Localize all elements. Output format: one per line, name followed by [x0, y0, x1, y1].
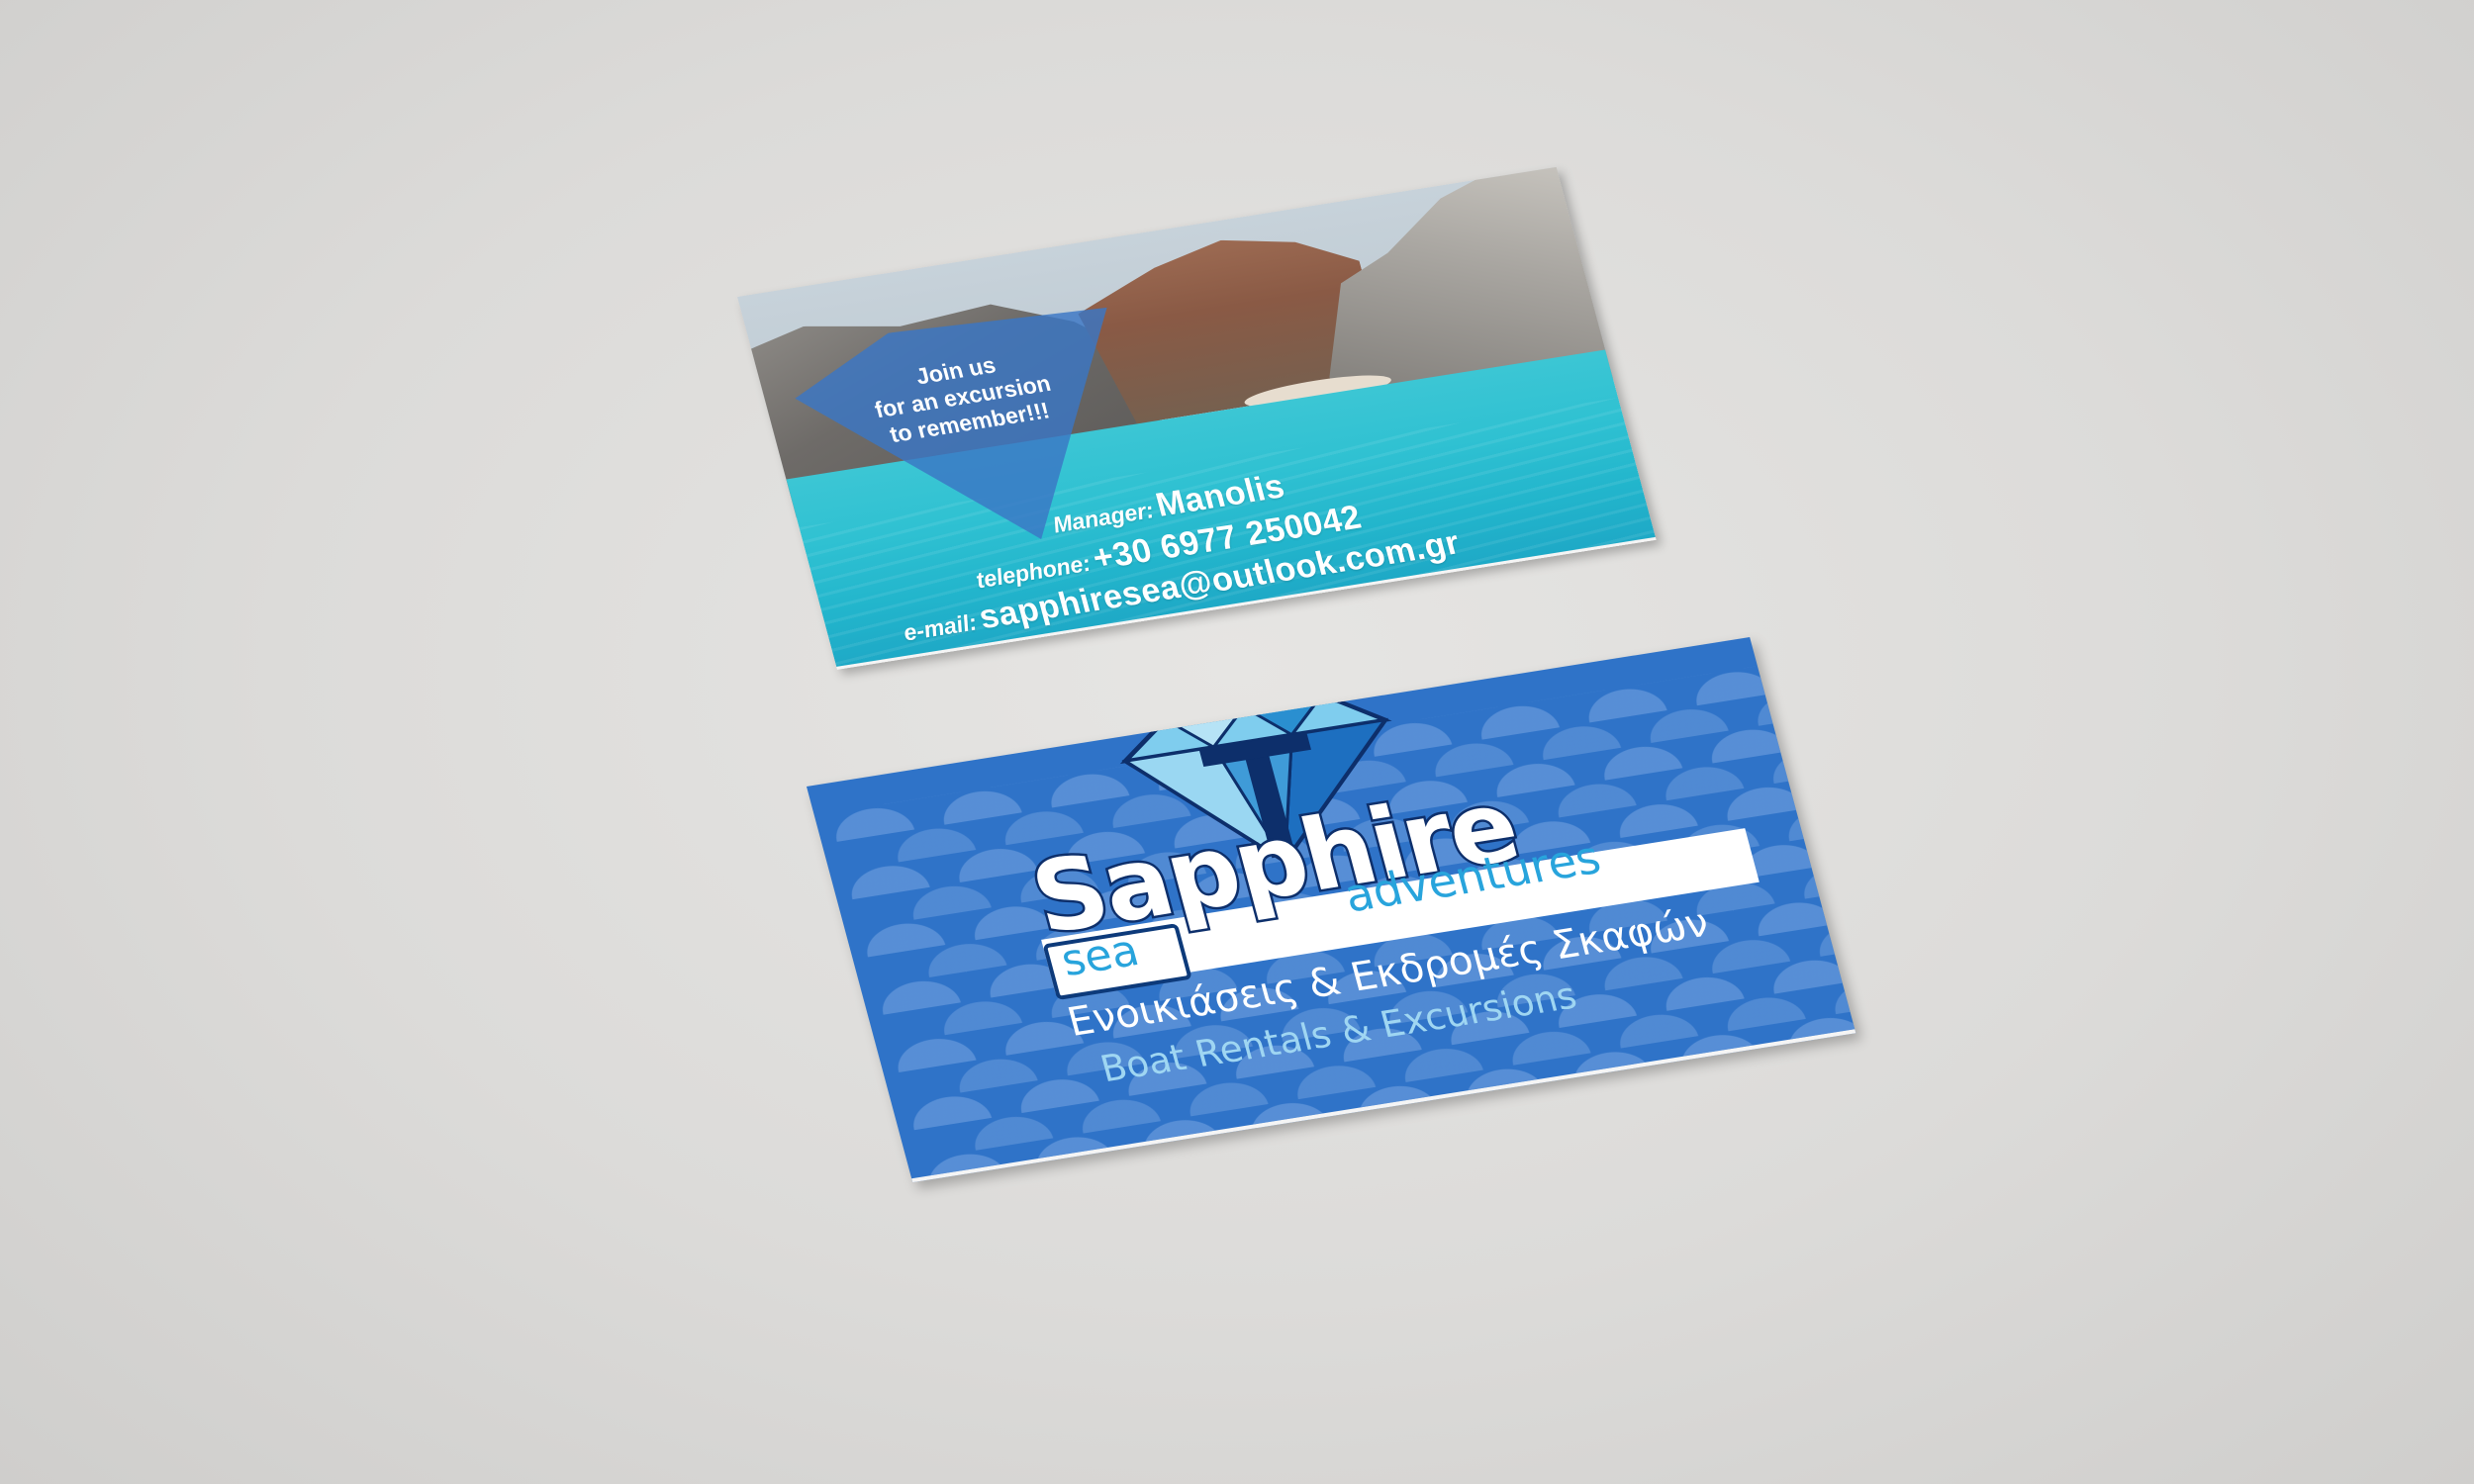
business-card-front: Sapphire sea adventures Ενοικιάσεις & Εκ… [807, 637, 1856, 1183]
business-card-back: Join us for an excursion to remember!!! … [737, 166, 1657, 670]
